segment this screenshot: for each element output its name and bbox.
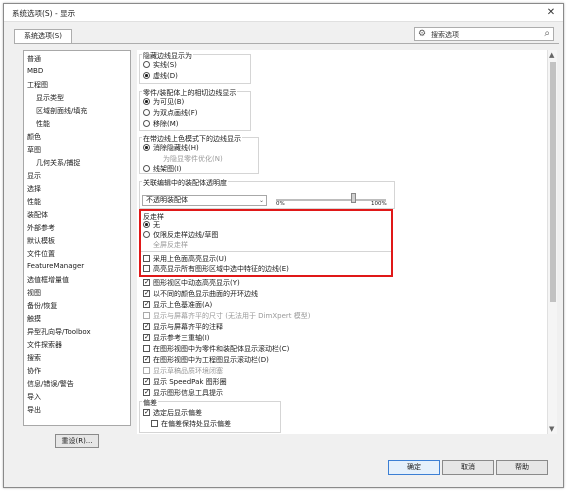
tree-item-messages[interactable]: 信息/错误/警告 xyxy=(27,379,74,389)
shaded-hlr-note: 为隐显零件优化(N) xyxy=(163,155,223,163)
tree-item-colors[interactable]: 颜色 xyxy=(27,132,41,142)
deviation-all-checkbox[interactable] xyxy=(151,420,158,427)
title-bar: 系统选项(S) - 显示 ✕ xyxy=(4,4,563,22)
tangent-phantom-radio[interactable] xyxy=(143,109,150,116)
tree-item-spin-box[interactable]: 选值框增量值 xyxy=(27,275,69,285)
tree-item-file-locations[interactable]: 文件位置 xyxy=(27,249,55,259)
search-input[interactable]: ⚙ 搜索选项 ⌕ xyxy=(414,27,554,41)
flat-notes-label: 显示与屏幕齐平的注释 xyxy=(153,323,223,331)
tree-item-touch[interactable]: 触摸 xyxy=(27,314,41,324)
tangent-phantom-label: 为双点画线(F) xyxy=(153,109,198,117)
shaded-plane-label: 显示上色基准面(A) xyxy=(153,301,213,309)
display-options-panel: 隐藏边线显示为 实线(S) 虚线(D) 零件/装配体上的相切边线显示 为可见(B… xyxy=(137,50,557,434)
scroll-down-icon[interactable]: ▼ xyxy=(549,425,554,433)
tangent-remove-radio[interactable] xyxy=(143,120,150,127)
hidden-edges-solid-label: 实线(S) xyxy=(153,61,177,69)
tree-item-display-style[interactable]: 显示类型 xyxy=(36,93,64,103)
transparency-slider-handle[interactable] xyxy=(351,193,356,203)
reference-triad-checkbox[interactable]: ✓ xyxy=(143,334,150,341)
dimxpert-label: 显示与屏幕齐平的尺寸 (无法用于 DimXpert 模型) xyxy=(153,312,311,320)
tab-divider xyxy=(14,43,559,44)
hidden-edges-dashed-radio[interactable] xyxy=(143,72,150,79)
tree-item-drawing-performance[interactable]: 性能 xyxy=(36,119,50,129)
tangent-visible-label: 为可见(B) xyxy=(153,98,185,106)
shaded-plane-checkbox[interactable]: ✓ xyxy=(143,301,150,308)
flat-notes-checkbox[interactable]: ✓ xyxy=(143,323,150,330)
hidden-edges-dashed-label: 虚线(D) xyxy=(153,72,178,80)
dimxpert-checkbox[interactable] xyxy=(143,312,150,319)
tree-item-import[interactable]: 导入 xyxy=(27,392,41,402)
deviation-title: 偏差 xyxy=(142,398,158,408)
scroll-drawing-checkbox[interactable]: ✓ xyxy=(143,356,150,363)
tangent-visible-radio[interactable] xyxy=(143,98,150,105)
help-button[interactable]: 帮助 xyxy=(496,460,548,475)
shaded-wireframe-radio[interactable] xyxy=(143,165,150,172)
shaded-hlr-radio[interactable] xyxy=(143,144,150,151)
chevron-down-icon: ⌄ xyxy=(258,197,264,204)
tree-item-general[interactable]: 普通 xyxy=(27,54,41,64)
transparency-title: 关联编辑中的装配体透明度 xyxy=(142,178,228,188)
tree-item-selection[interactable]: 选择 xyxy=(27,184,41,194)
tab-system-options[interactable]: 系统选项(S) xyxy=(14,29,72,43)
open-edges-checkbox[interactable]: ✓ xyxy=(143,290,150,297)
draft-occlusion-label: 显示草稿品质环境闭塞 xyxy=(153,367,223,375)
tree-item-view[interactable]: 视图 xyxy=(27,288,41,298)
shaded-hlr-label: 消除隐藏线(H) xyxy=(153,144,199,152)
tree-item-backup[interactable]: 备份/恢复 xyxy=(27,301,57,311)
speedpak-checkbox[interactable]: ✓ xyxy=(143,378,150,385)
tree-item-relations[interactable]: 几何关系/捕捉 xyxy=(36,158,80,168)
tree-item-search[interactable]: 搜索 xyxy=(27,353,41,363)
close-icon[interactable]: ✕ xyxy=(541,5,561,20)
deviation-prompt-label: 选定后显示偏差 xyxy=(153,409,202,417)
ok-button[interactable]: 确定 xyxy=(388,460,440,475)
tree-item-drawings[interactable]: 工程图 xyxy=(27,80,48,90)
cancel-button[interactable]: 取消 xyxy=(442,460,494,475)
scroll-up-icon[interactable]: ▲ xyxy=(549,51,554,59)
speedpak-label: 显示 SpeedPak 图形圈 xyxy=(153,378,227,386)
tree-item-mbd[interactable]: MBD xyxy=(27,67,43,75)
options-tree[interactable]: 普通 MBD 工程图 显示类型 区域剖面线/填充 性能 颜色 草图 几何关系/捕… xyxy=(23,50,131,426)
tree-item-sketch[interactable]: 草图 xyxy=(27,145,41,155)
search-placeholder: 搜索选项 xyxy=(431,31,459,39)
deviation-prompt-checkbox[interactable]: ✓ xyxy=(143,409,150,416)
slider-min-label: 0% xyxy=(276,201,285,207)
options-dialog: 系统选项(S) - 显示 ✕ 系统选项(S) ⚙ 搜索选项 ⌕ 普通 MBD 工… xyxy=(3,3,564,488)
tree-item-performance[interactable]: 性能 xyxy=(27,197,41,207)
tree-item-featuremanager[interactable]: FeatureManager xyxy=(27,262,84,270)
window-title: 系统选项(S) - 显示 xyxy=(12,9,76,18)
tree-item-file-explorer[interactable]: 文件探索器 xyxy=(27,340,62,350)
highlight-annotation-box xyxy=(139,209,393,277)
draft-occlusion-checkbox[interactable] xyxy=(143,367,150,374)
reset-button[interactable]: 重设(R)... xyxy=(55,434,99,448)
deviation-all-label: 在偏差保持处显示偏差 xyxy=(161,420,231,428)
tangent-remove-label: 移除(M) xyxy=(153,120,179,128)
tree-item-hole-wizard[interactable]: 异型孔向导/Toolbox xyxy=(27,327,91,337)
shaded-wireframe-label: 线架图(I) xyxy=(153,165,182,173)
scrollbar-thumb[interactable] xyxy=(550,62,556,302)
slider-max-label: 100% xyxy=(371,201,387,207)
tree-item-hatch[interactable]: 区域剖面线/填充 xyxy=(36,106,87,116)
tree-item-assemblies[interactable]: 装配体 xyxy=(27,210,48,220)
hidden-edges-solid-radio[interactable] xyxy=(143,61,150,68)
tree-item-collaboration[interactable]: 协作 xyxy=(27,366,41,376)
scroll-part-checkbox[interactable] xyxy=(143,345,150,352)
dynamic-highlight-label: 图形视区中动态高亮显示(Y) xyxy=(153,279,240,287)
search-icon[interactable]: ⌕ xyxy=(544,28,550,40)
open-edges-label: 以不同的颜色显示曲面的开环边线 xyxy=(153,290,258,298)
transparency-value: 不透明装配体 xyxy=(146,196,188,204)
tooltips-label: 显示图形信息工具提示 xyxy=(153,389,223,397)
transparency-slider-track[interactable] xyxy=(276,199,386,201)
tooltips-checkbox[interactable]: ✓ xyxy=(143,389,150,396)
scroll-drawing-label: 在图形视图中为工程图显示滚动栏(D) xyxy=(153,356,269,364)
reference-triad-label: 显示参考三重轴(I) xyxy=(153,334,210,342)
search-options-icon: ⚙ xyxy=(418,29,427,39)
tree-item-external-refs[interactable]: 外部参考 xyxy=(27,223,55,233)
panel-scrollbar[interactable]: ▲ ▼ xyxy=(547,50,557,434)
scroll-part-label: 在图形视图中为零件和装配体显示滚动栏(C) xyxy=(153,345,290,353)
dynamic-highlight-checkbox[interactable]: ✓ xyxy=(143,279,150,286)
tree-item-export[interactable]: 导出 xyxy=(27,405,41,415)
tree-item-display[interactable]: 显示 xyxy=(27,171,41,181)
tree-item-default-templates[interactable]: 默认模板 xyxy=(27,236,55,246)
transparency-dropdown[interactable]: 不透明装配体 ⌄ xyxy=(142,195,267,206)
